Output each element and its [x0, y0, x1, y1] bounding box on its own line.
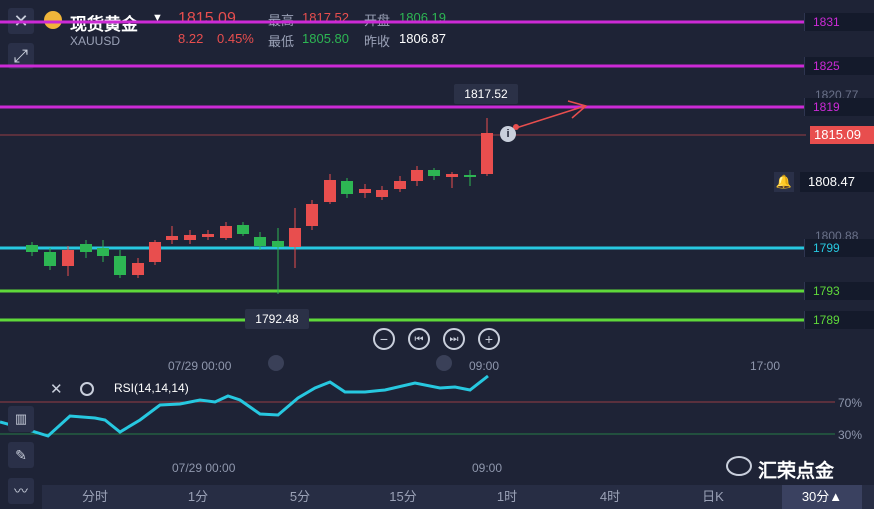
time-label-0: 07/29 00:00: [168, 359, 232, 373]
candle-body[interactable]: [428, 170, 440, 176]
tab-1min[interactable]: 1分: [163, 485, 233, 509]
candle-body[interactable]: [44, 252, 56, 266]
high-marker-label: 1817.52: [454, 84, 518, 104]
zoom-in-button[interactable]: +: [478, 328, 500, 350]
wechat-icon: [726, 456, 752, 476]
candle-body[interactable]: [62, 250, 74, 266]
level-tag-1789: 1789: [804, 311, 874, 329]
rsi-line: [0, 374, 489, 438]
candle-body[interactable]: [446, 174, 458, 177]
candle-body[interactable]: [114, 256, 126, 275]
candle-body[interactable]: [272, 241, 284, 247]
candle-body[interactable]: [132, 263, 144, 275]
bell-icon[interactable]: 🔔: [774, 172, 794, 192]
tab-30min[interactable]: 30分▲: [782, 485, 862, 509]
tab-5min[interactable]: 5分: [265, 485, 335, 509]
current-price-tag: 1815.09: [810, 126, 874, 144]
level-tag-1831: 1831: [804, 13, 874, 31]
candle-body[interactable]: [324, 180, 336, 202]
candle-body[interactable]: [202, 234, 214, 237]
candle-body[interactable]: [80, 244, 92, 252]
alert-price-tag[interactable]: 1808.47: [800, 172, 874, 192]
pencil-icon[interactable]: ✎: [8, 442, 34, 468]
time-scroll-handle-1[interactable]: [268, 355, 284, 371]
tab-15min[interactable]: 15分: [368, 485, 438, 509]
info-icon[interactable]: i: [500, 126, 516, 142]
candles-group: [26, 118, 493, 294]
candle-body[interactable]: [376, 190, 388, 197]
level-tag-1793: 1793: [804, 282, 874, 300]
zoom-out-button[interactable]: −: [373, 328, 395, 350]
candle-body[interactable]: [481, 133, 493, 174]
candle-body[interactable]: [220, 226, 232, 238]
scroll-start-button[interactable]: ⏮: [408, 328, 430, 350]
low-marker-label: 1792.48: [245, 309, 309, 329]
watermark-text: 汇荣点金: [758, 461, 835, 482]
candle-body[interactable]: [411, 170, 423, 181]
tab-4hour[interactable]: 4时: [575, 485, 645, 509]
candle-body[interactable]: [166, 236, 178, 240]
rsi-level-30: 30%: [838, 428, 863, 442]
candle-body[interactable]: [149, 242, 161, 262]
time-label-1: 09:00: [469, 359, 500, 373]
candle-body[interactable]: [184, 235, 196, 240]
scroll-end-button[interactable]: ⏭: [443, 328, 465, 350]
trend-arrow-head: [567, 100, 588, 119]
candle-body[interactable]: [237, 225, 249, 234]
candlestick-chart[interactable]: [0, 0, 874, 509]
rsi-label: RSI(14,14,14): [114, 381, 189, 395]
candle-body[interactable]: [26, 245, 38, 252]
time-label-2: 17:00: [750, 359, 781, 373]
candle-body[interactable]: [341, 181, 353, 194]
tab-daily[interactable]: 日K: [678, 485, 748, 509]
candle-body[interactable]: [359, 189, 371, 193]
trend-arrow[interactable]: [515, 105, 586, 129]
time-scroll-handle-2[interactable]: [436, 355, 452, 371]
candle-body[interactable]: [394, 181, 406, 189]
rsi-settings-icon[interactable]: [80, 382, 94, 396]
indicator-icon[interactable]: 〰: [8, 478, 34, 504]
rsi-level-70: 70%: [838, 396, 863, 410]
tab-tick[interactable]: 分时: [60, 485, 130, 509]
rsi-time-label-0: 07/29 00:00: [172, 461, 236, 475]
tab-1hour[interactable]: 1时: [472, 485, 542, 509]
candle-body[interactable]: [254, 237, 266, 246]
level-tag-1819: 1819: [804, 98, 874, 116]
candle-body[interactable]: [289, 228, 301, 247]
candle-body[interactable]: [464, 175, 476, 177]
candle-body[interactable]: [306, 204, 318, 226]
level-tag-1799: 1799: [804, 239, 874, 257]
rsi-time-label-1: 09:00: [472, 461, 503, 475]
rsi-close-icon[interactable]: ✕: [50, 380, 63, 398]
candle-body[interactable]: [97, 248, 109, 256]
level-tag-1825: 1825: [804, 57, 874, 75]
bar-chart-icon[interactable]: ▥: [8, 406, 34, 432]
